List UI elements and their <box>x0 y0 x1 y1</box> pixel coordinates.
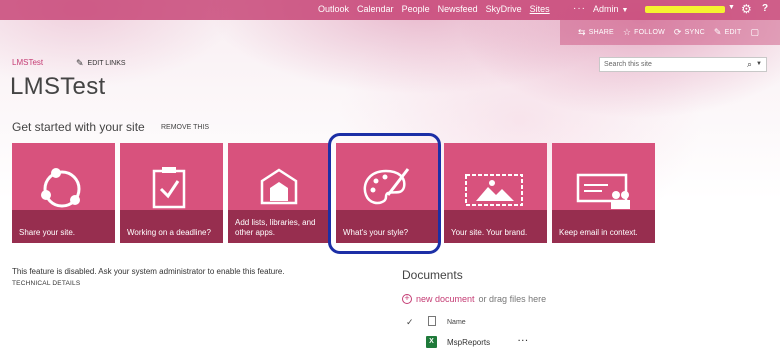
suite-bar: Outlook Calendar People Newsfeed SkyDriv… <box>0 0 780 20</box>
documents-header-row: ✓ Name <box>404 316 604 329</box>
pencil-icon: ✎ <box>76 58 84 68</box>
share-icon: ⇆ <box>578 27 586 37</box>
edit-links-label: EDIT LINKS <box>87 60 126 67</box>
select-all-checkbox[interactable]: ✓ <box>406 317 414 328</box>
chevron-down-icon: ▼ <box>621 7 629 14</box>
edit-links-button[interactable]: ✎ EDIT LINKS <box>76 58 126 69</box>
admin-menu[interactable]: Admin ▼ <box>593 4 628 14</box>
focus-button[interactable]: ▢ <box>750 27 759 38</box>
share-icon <box>41 168 81 208</box>
plus-icon[interactable]: + <box>402 294 412 304</box>
more-menu-button[interactable]: ··· <box>573 3 586 14</box>
new-document-row: + new document or drag files here <box>402 294 546 304</box>
admin-label: Admin <box>593 4 619 14</box>
tile-label: Add lists, libraries, and other apps. <box>228 210 331 243</box>
feature-disabled-message: This feature is disabled. Ask your syste… <box>12 267 285 276</box>
user-name-redacted[interactable] <box>645 6 725 13</box>
follow-label: FOLLOW <box>634 29 665 36</box>
remove-this-link[interactable]: REMOVE THIS <box>161 124 209 131</box>
suite-link-outlook[interactable]: Outlook <box>318 4 349 14</box>
search-icon[interactable]: ⌕ <box>747 59 752 70</box>
sync-button[interactable]: ⟳ SYNC <box>674 27 705 38</box>
focus-icon: ▢ <box>750 27 760 37</box>
tile-label: Share your site. <box>12 210 115 243</box>
suite-link-skydrive[interactable]: SkyDrive <box>486 4 522 14</box>
share-label: SHARE <box>588 29 614 36</box>
chevron-down-icon[interactable]: ▼ <box>728 4 735 11</box>
apps-house-icon <box>260 168 298 205</box>
file-type-icon <box>428 316 436 326</box>
palette-icon <box>363 168 410 205</box>
new-document-link[interactable]: new document <box>416 294 475 304</box>
sync-label: SYNC <box>684 29 705 36</box>
get-started-heading: Get started with your site <box>12 120 145 134</box>
suite-link-people[interactable]: People <box>402 4 430 14</box>
tile-label: Working on a deadline? <box>120 210 223 243</box>
tile-label: What's your style? <box>336 210 439 243</box>
suite-link-calendar[interactable]: Calendar <box>357 4 394 14</box>
documents-title[interactable]: Documents <box>402 268 463 282</box>
search-placeholder: Search this site <box>604 61 652 68</box>
edit-label: EDIT <box>724 29 742 36</box>
email-people-icon <box>576 173 630 209</box>
technical-details-link[interactable]: TECHNICAL DETAILS <box>12 280 80 287</box>
help-icon[interactable]: ? <box>762 3 768 14</box>
tile-deadline[interactable]: Working on a deadline? <box>120 143 223 243</box>
suite-nav: Outlook Calendar People Newsfeed SkyDriv… <box>318 4 558 14</box>
suite-link-newsfeed[interactable]: Newsfeed <box>438 4 478 14</box>
page-title: LMSTest <box>10 73 106 100</box>
tile-share-site[interactable]: Share your site. <box>12 143 115 243</box>
clipboard-check-icon <box>152 167 186 209</box>
sync-icon: ⟳ <box>673 27 682 37</box>
pencil-icon: ✎ <box>713 27 722 37</box>
image-frame-icon <box>465 174 523 206</box>
table-row[interactable]: X MspReports ··· <box>404 336 604 349</box>
search-input[interactable]: Search this site ⌕ ▼ <box>599 57 767 72</box>
item-menu-button[interactable]: ··· <box>518 336 529 345</box>
tile-add-apps[interactable]: Add lists, libraries, and other apps. <box>228 143 331 243</box>
action-bar: ⇆ SHARE ☆ FOLLOW ⟳ SYNC ✎ EDIT ▢ <box>578 27 759 38</box>
tile-label: Your site. Your brand. <box>444 210 547 243</box>
edit-button[interactable]: ✎ EDIT <box>714 27 742 38</box>
suite-link-sites[interactable]: Sites <box>530 4 550 14</box>
drag-files-hint: or drag files here <box>478 294 547 304</box>
star-icon: ☆ <box>622 27 632 37</box>
follow-button[interactable]: ☆ FOLLOW <box>623 27 665 38</box>
column-header-name[interactable]: Name <box>447 319 466 326</box>
gear-icon[interactable]: ⚙ <box>741 2 752 16</box>
tile-whats-your-style[interactable]: What's your style? <box>336 143 439 243</box>
chevron-down-icon[interactable]: ▼ <box>756 61 762 67</box>
tile-your-brand[interactable]: Your site. Your brand. <box>444 143 547 243</box>
tile-label: Keep email in context. <box>552 210 655 243</box>
tile-keep-email[interactable]: Keep email in context. <box>552 143 655 243</box>
file-name-link[interactable]: MspReports <box>447 338 490 347</box>
excel-file-icon: X <box>426 336 437 348</box>
share-button[interactable]: ⇆ SHARE <box>578 27 614 38</box>
breadcrumb[interactable]: LMSTest <box>12 58 43 67</box>
